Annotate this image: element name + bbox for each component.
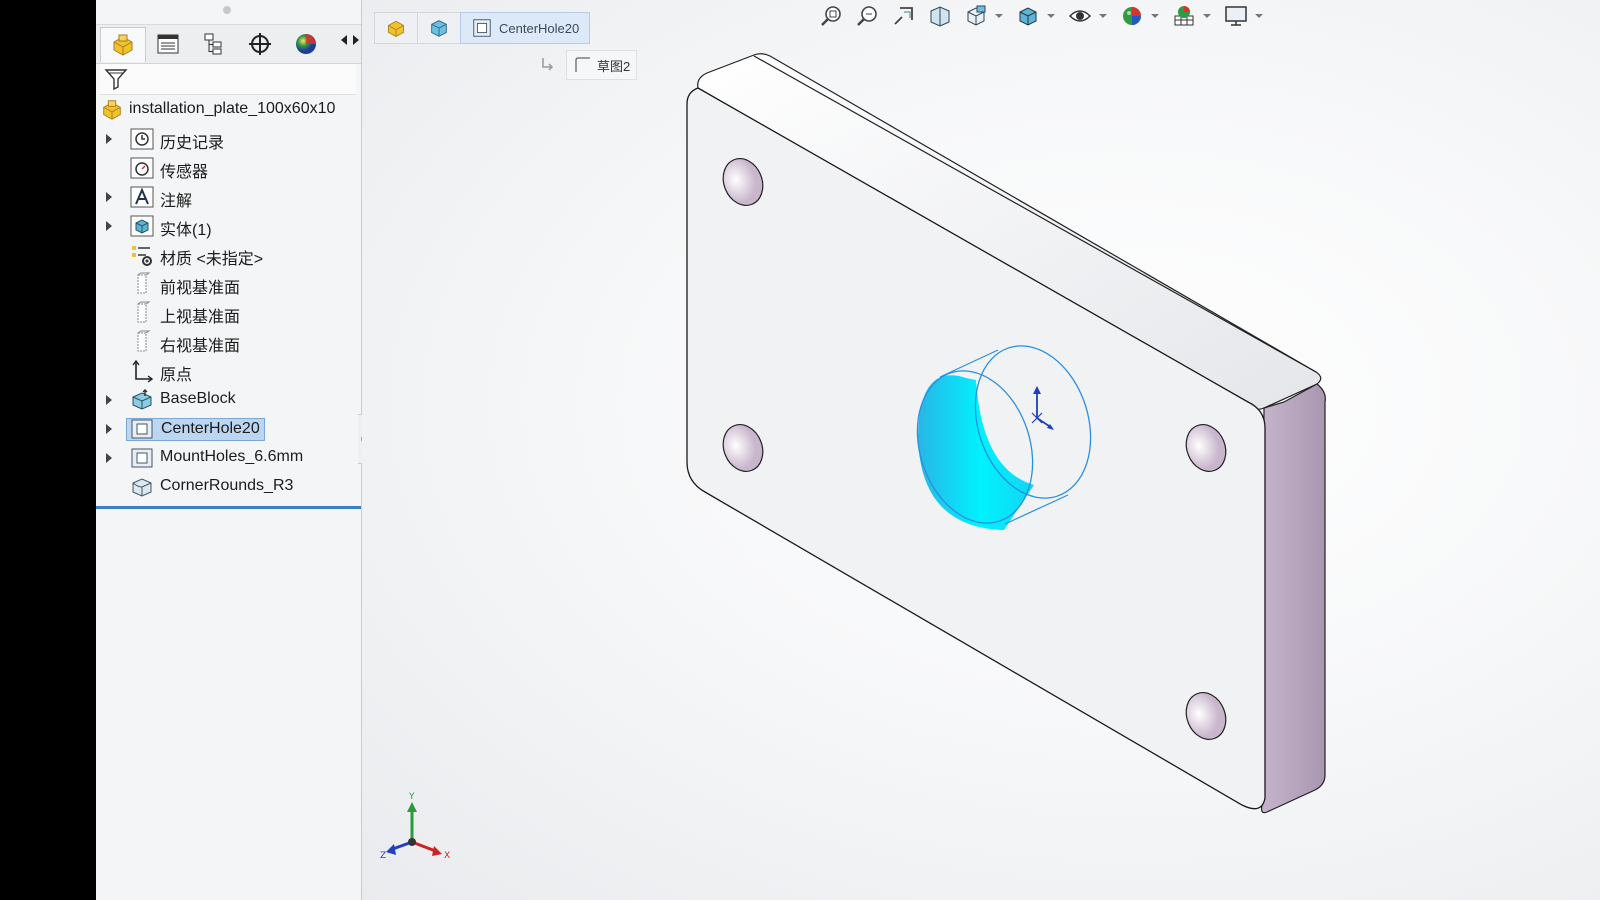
tree-item-label: 历史记录 xyxy=(160,135,225,152)
property-list-icon xyxy=(157,34,179,54)
appearance-tab[interactable] xyxy=(284,27,328,61)
tree-item-label: MountHoles_6.6mm xyxy=(160,448,304,465)
configuration-icon xyxy=(204,33,222,55)
scroll-right-icon[interactable] xyxy=(353,35,359,45)
tree-item-label: 传感器 xyxy=(160,164,209,181)
featuremanager-tab[interactable] xyxy=(100,27,146,62)
tree-item-annotations[interactable]: 注解 xyxy=(96,183,361,211)
solid-body-icon xyxy=(130,215,154,237)
part-icon xyxy=(113,34,133,56)
tree-item-label: 注解 xyxy=(160,193,193,210)
panel-tab-bar xyxy=(96,24,361,64)
extrude-feature-icon xyxy=(132,389,152,410)
plane-icon xyxy=(137,272,151,294)
appearance-sphere-icon xyxy=(296,34,316,54)
tree-item-origin[interactable]: 原点 xyxy=(96,357,361,385)
tree-end-divider xyxy=(96,506,361,509)
triad-z-label: Z xyxy=(380,851,386,861)
tree-item-cornerrounds[interactable]: CornerRounds_R3 xyxy=(96,473,361,501)
cut-feature-icon xyxy=(131,448,153,468)
tree-item-front-plane[interactable]: 前视基准面 xyxy=(96,270,361,298)
fillet-feature-icon xyxy=(132,478,152,497)
filter-icon xyxy=(104,69,128,91)
part-icon xyxy=(103,100,121,120)
tree-item-label: 右视基准面 xyxy=(160,338,241,355)
expand-arrow-icon[interactable] xyxy=(106,134,112,144)
material-icon xyxy=(132,246,152,266)
tree-item-label: BaseBlock xyxy=(160,390,236,407)
graphics-viewport[interactable]: CenterHole20 草图2 Y X Z xyxy=(362,0,1600,900)
origin-icon xyxy=(132,359,154,383)
triad-x-label: X xyxy=(444,851,450,861)
plane-icon xyxy=(137,330,151,352)
part-model-view[interactable] xyxy=(362,0,1600,900)
sensor-icon xyxy=(130,157,154,179)
dimxpert-tab[interactable] xyxy=(238,27,282,61)
tree-item-right-plane[interactable]: 右视基准面 xyxy=(96,328,361,356)
tree-item-label: CornerRounds_R3 xyxy=(160,477,294,494)
cut-feature-icon xyxy=(131,419,153,439)
tree-item-label: 原点 xyxy=(160,367,193,384)
expand-arrow-icon[interactable] xyxy=(106,453,112,463)
tree-root-part[interactable]: installation_plate_100x60x10 xyxy=(96,96,361,124)
tree-item-label: 上视基准面 xyxy=(160,309,241,326)
tab-scroll-arrows xyxy=(341,35,359,45)
configurationmanager-tab[interactable] xyxy=(192,27,236,61)
reference-triad: Y X Z xyxy=(380,792,450,861)
expand-arrow-icon[interactable] xyxy=(106,192,112,202)
tree-item-baseblock[interactable]: BaseBlock xyxy=(96,386,361,414)
tree-item-centerhole20[interactable]: CenterHole20 xyxy=(96,415,361,443)
tree-filter[interactable] xyxy=(100,64,356,95)
tree-item-top-plane[interactable]: 上视基准面 xyxy=(96,299,361,327)
tree-item-solid-bodies[interactable]: 实体(1) xyxy=(96,212,361,240)
triad-y-label: Y xyxy=(408,792,415,802)
plane-icon xyxy=(137,301,151,323)
tree-root-label: installation_plate_100x60x10 xyxy=(129,100,336,117)
propertymanager-tab[interactable] xyxy=(146,27,190,61)
expand-arrow-icon[interactable] xyxy=(106,424,112,434)
tree-item-label: 前视基准面 xyxy=(160,280,241,297)
tree-item-history[interactable]: 历史记录 xyxy=(96,125,361,153)
history-icon xyxy=(130,128,154,150)
crosshair-icon xyxy=(249,33,271,55)
panel-grip-handle[interactable] xyxy=(223,6,231,14)
annotation-icon xyxy=(130,186,154,208)
expand-arrow-icon[interactable] xyxy=(106,221,112,231)
feature-manager-panel: installation_plate_100x60x10 历史记录 传感器 注解… xyxy=(96,0,362,900)
tree-item-sensors[interactable]: 传感器 xyxy=(96,154,361,182)
tree-item-label: 实体(1) xyxy=(160,222,212,239)
scroll-left-icon[interactable] xyxy=(341,35,347,45)
installation-plate-body[interactable] xyxy=(686,53,1326,814)
tree-item-label: 材质 <未指定> xyxy=(160,251,264,268)
tree-item-mountholes[interactable]: MountHoles_6.6mm xyxy=(96,444,361,472)
tree-item-material[interactable]: 材质 <未指定> xyxy=(96,241,361,269)
expand-arrow-icon[interactable] xyxy=(106,395,112,405)
